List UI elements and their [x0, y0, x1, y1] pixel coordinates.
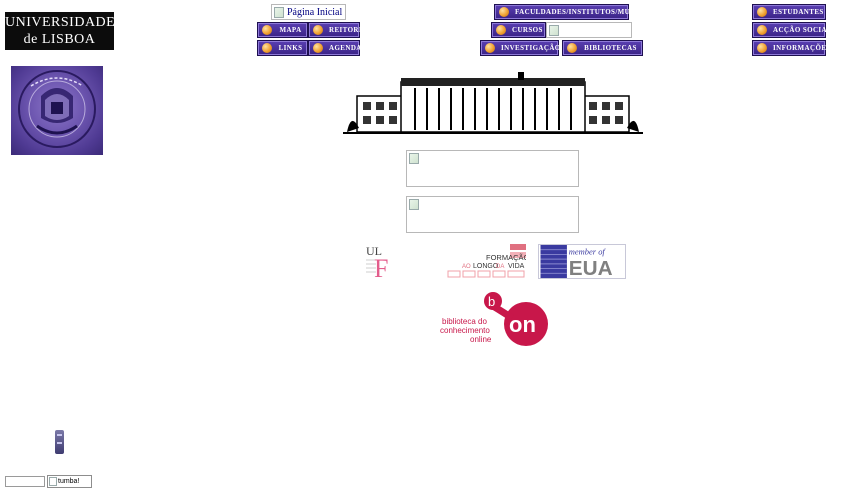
flv-line-1: FORMAÇÃO: [486, 253, 526, 262]
banner-image-1[interactable]: [406, 150, 579, 187]
reitoria-building-image: [343, 72, 643, 136]
nav-button-estudantes[interactable]: ESTUDANTES: [752, 4, 826, 20]
eua-text: EUA: [569, 257, 613, 278]
eua-member-logo[interactable]: member of EUA: [538, 244, 626, 280]
orange-bullet-icon: [313, 25, 323, 35]
tumba-button-label: tumba!: [58, 478, 80, 485]
bon-line-2: conhecimento: [440, 326, 490, 335]
orange-bullet-icon: [313, 43, 323, 53]
nav-button-bibliotecas[interactable]: BIBLIOTECAS: [562, 40, 643, 56]
nav-button-label: LINKS: [278, 44, 303, 52]
orange-bullet-icon: [567, 43, 577, 53]
nav-button-label: FACULDADES/INSTITUTOS/MUSEUS: [515, 8, 650, 16]
nav-button-label: MAPA: [279, 26, 302, 34]
nav-button-cursos[interactable]: CURSOS: [491, 22, 546, 38]
orange-bullet-icon: [262, 25, 272, 35]
banner-image-2[interactable]: [406, 196, 579, 233]
counter-icon: [55, 430, 64, 454]
orange-bullet-icon: [757, 25, 767, 35]
flv-da: DA: [496, 264, 504, 270]
home-link-label: Página Inicial: [287, 6, 343, 18]
orange-bullet-icon: [499, 7, 509, 17]
orange-bullet-icon: [262, 43, 272, 53]
broken-image-icon: [409, 199, 419, 210]
broken-image: [546, 22, 632, 38]
orange-bullet-icon: [757, 43, 767, 53]
bon-on-text: on: [509, 312, 536, 337]
nav-button-label: REITORIA: [329, 26, 368, 34]
orange-bullet-icon: [757, 7, 767, 17]
orange-bullet-icon: [496, 25, 506, 35]
nav-button-mapa[interactable]: MAPA: [257, 22, 308, 38]
orange-bullet-icon: [485, 43, 495, 53]
bon-b-text: b: [488, 294, 495, 309]
nav-button-label: BIBLIOTECAS: [584, 44, 637, 52]
tumba-search-button[interactable]: tumba!: [47, 475, 92, 488]
broken-image-icon: [549, 25, 559, 36]
nav-button-label: ACÇÃO SOCIAL: [773, 26, 833, 34]
nav-button-links[interactable]: LINKS: [257, 40, 308, 56]
broken-image-icon: [409, 153, 419, 164]
flv-ao: AO: [462, 264, 471, 270]
nav-button-agenda[interactable]: AGENDA: [308, 40, 361, 56]
nav-button-accao-social[interactable]: ACÇÃO SOCIAL: [752, 22, 832, 38]
logo-line-2: de LISBOA: [23, 32, 96, 47]
eua-member-of-text: member of: [569, 246, 607, 256]
svg-text:F: F: [374, 254, 388, 278]
logo-line-1: UNIVERSIDADE: [5, 15, 116, 30]
flv-vida: VIDA: [508, 263, 525, 270]
broken-image-icon: [49, 477, 57, 486]
formacao-ao-longo-da-vida-logo[interactable]: FORMAÇÃO AO LONGO DA VIDA: [446, 244, 530, 279]
nav-button-reitoria[interactable]: REITORIA: [308, 22, 367, 38]
university-seal-image: [11, 66, 103, 155]
bon-line-1: biblioteca do: [442, 317, 487, 326]
nav-button-investigacao[interactable]: INVESTIGAÇÃO: [480, 40, 560, 56]
bon-line-3: online: [470, 335, 492, 344]
flv-longo: LONGO: [473, 263, 499, 270]
search-input[interactable]: [5, 476, 45, 487]
broken-image-icon: [274, 6, 284, 18]
ul-logo[interactable]: UL F: [366, 244, 392, 283]
nav-button-label: INVESTIGAÇÃO: [501, 44, 561, 52]
b-on-logo[interactable]: b on biblioteca do conhecimento online: [440, 292, 552, 352]
nav-button-label: AGENDA: [329, 44, 362, 52]
nav-button-label: INFORMAÇÕES: [773, 44, 831, 52]
nav-button-faculdades[interactable]: FACULDADES/INSTITUTOS/MUSEUS: [494, 4, 649, 20]
nav-button-informacoes[interactable]: INFORMAÇÕES: [752, 40, 830, 56]
universidade-de-lisboa-logo[interactable]: UNIVERSIDADE de LISBOA: [5, 12, 116, 50]
nav-button-label: CURSOS: [512, 26, 543, 34]
nav-button-label: ESTUDANTES: [773, 8, 824, 16]
home-link[interactable]: Página Inicial: [271, 4, 346, 20]
